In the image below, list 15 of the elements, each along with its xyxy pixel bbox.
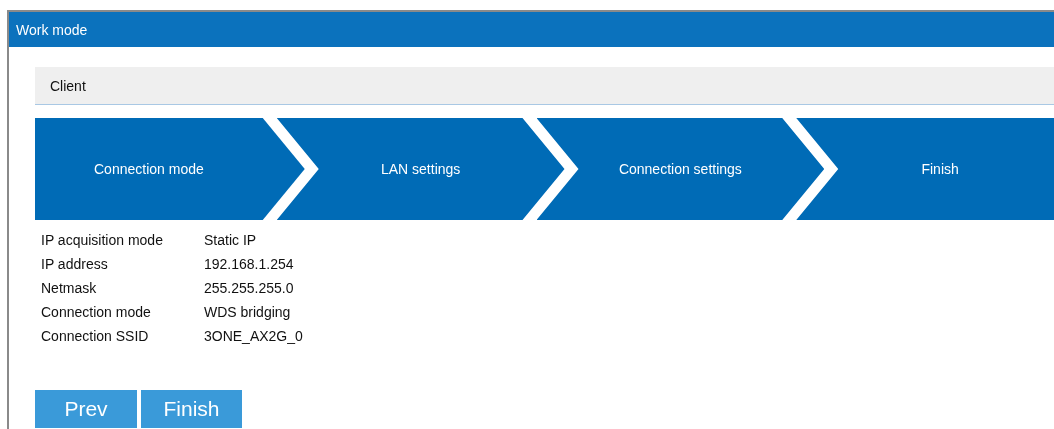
field-value: 255.255.255.0 bbox=[204, 280, 294, 296]
field-label: IP address bbox=[41, 256, 109, 272]
field-value: Static IP bbox=[204, 232, 257, 248]
field-value: 3ONE_AX2G_0 bbox=[204, 328, 303, 344]
field-label: Netmask bbox=[41, 280, 98, 296]
wizard-step: Finish bbox=[796, 118, 1054, 220]
field-value: WDS bridging bbox=[204, 304, 291, 320]
finish-button[interactable]: Finish bbox=[141, 390, 242, 428]
mode-label: Client bbox=[50, 77, 86, 94]
field-value: 192.168.1.254 bbox=[204, 256, 294, 272]
prev-button[interactable]: Prev bbox=[35, 390, 137, 428]
field-label: Connection mode bbox=[41, 304, 152, 320]
field-label: IP acquisition mode bbox=[41, 232, 164, 248]
window-title: Work mode bbox=[9, 12, 1054, 47]
field-label: Connection SSID bbox=[41, 328, 150, 344]
